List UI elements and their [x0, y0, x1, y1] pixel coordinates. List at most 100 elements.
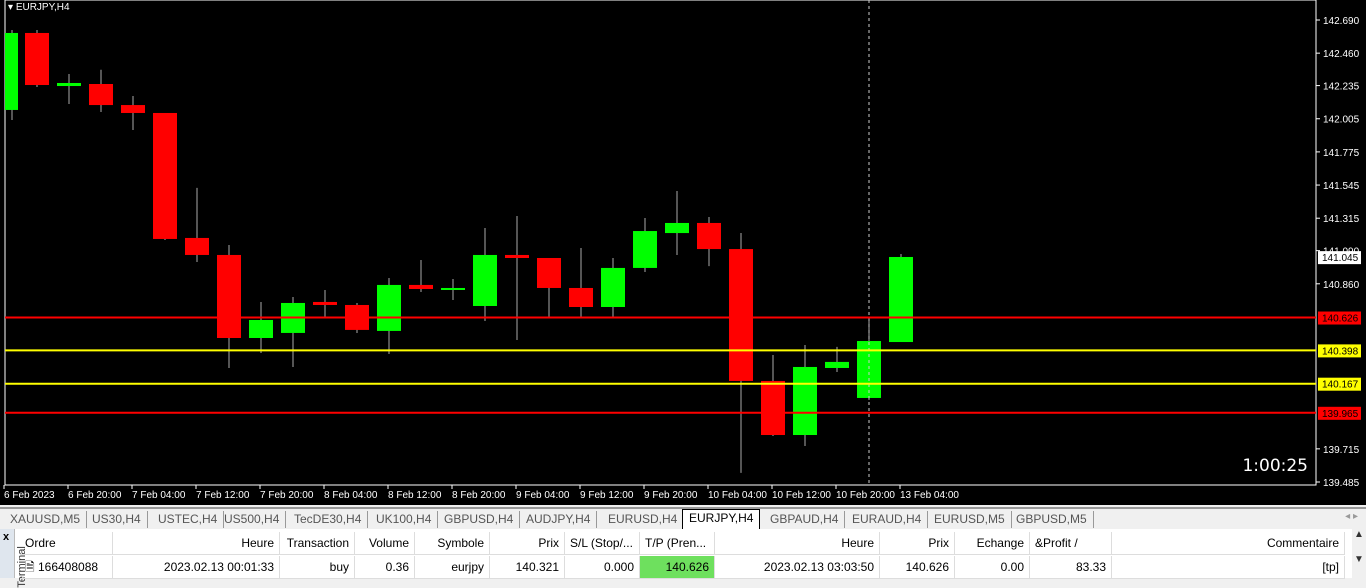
bull-candle — [889, 256, 913, 343]
cell-5: 140.321 — [490, 556, 565, 579]
header-9[interactable]: Prix — [880, 532, 955, 555]
bear-candle — [729, 249, 753, 381]
bull-candle — [441, 287, 465, 290]
tab-us500-h4[interactable]: US500,H4 — [218, 511, 287, 528]
header-2[interactable]: Transaction — [280, 532, 355, 555]
bear-candle — [505, 254, 529, 258]
level-label: 140.626 — [1322, 314, 1359, 325]
bear-candle — [217, 254, 241, 338]
price-chart[interactable]: 142.690 142.460 142.235 142.005 141.775 141.5… — [0, 0, 1366, 505]
tab-uk100-h4[interactable]: UK100,H4 — [370, 511, 439, 528]
time-label: 9 Feb 04:00 — [516, 490, 570, 501]
cell-10: 0.00 — [955, 556, 1030, 579]
bear-candle — [761, 380, 785, 436]
cell-0: 🗎 166408088 — [20, 556, 113, 579]
cell-2: buy — [280, 556, 355, 579]
price-tick-label: 140.860 — [1323, 280, 1360, 291]
scroll-down-icon[interactable]: ▼ — [1352, 554, 1366, 565]
cell-11: 83.33 — [1030, 556, 1112, 579]
price-tick-label: 142.690 — [1323, 16, 1360, 27]
tab-eurusd-h4[interactable]: EURUSD,H4 — [602, 511, 685, 528]
cell-9: 140.626 — [880, 556, 955, 579]
cell-6: 0.000 — [565, 556, 640, 579]
scroll-up-icon[interactable]: ▲ — [1352, 529, 1366, 540]
time-label: 7 Feb 12:00 — [196, 490, 250, 501]
price-tick-label: 141.775 — [1323, 148, 1360, 159]
bear-candle — [121, 105, 145, 113]
header-11[interactable]: &Profit / — [1030, 532, 1112, 555]
bull-candle — [633, 231, 657, 268]
bear-candle — [697, 222, 721, 250]
bear-candle — [89, 84, 113, 106]
time-label: 9 Feb 12:00 — [580, 490, 634, 501]
tab-us30-h4[interactable]: US30,H4 — [86, 511, 148, 528]
tab-eurjpy-h4[interactable]: EURJPY,H4 — [682, 509, 761, 529]
price-tick-label: 141.315 — [1323, 214, 1360, 225]
bull-candle — [377, 284, 401, 331]
tab-ustec-h4[interactable]: USTEC,H4 — [152, 511, 225, 528]
tab-tecde30-h4[interactable]: TecDE30,H4 — [288, 511, 369, 528]
header-12[interactable]: Commentaire — [1112, 532, 1345, 555]
time-label: 6 Feb 2023 — [4, 490, 55, 501]
time-label: 8 Feb 12:00 — [388, 490, 442, 501]
time-label: 10 Feb 04:00 — [708, 490, 767, 501]
level-label: 140.167 — [1322, 380, 1359, 391]
tab-gbpusd-h4[interactable]: GBPUSD,H4 — [438, 511, 521, 528]
tab-audjpy-h4[interactable]: AUDJPY,H4 — [520, 511, 598, 528]
header-8[interactable]: Heure — [715, 532, 880, 555]
bear-candle — [537, 257, 561, 288]
tab-scroll-arrows[interactable]: ◂ ▸ — [1345, 511, 1358, 522]
header-7[interactable]: T/P (Pren... — [640, 532, 715, 555]
terminal-sidebar: x Terminal — [0, 529, 28, 588]
tab-gbpaud-h4[interactable]: GBPAUD,H4 — [764, 511, 846, 528]
level-label: 139.965 — [1322, 409, 1359, 420]
cell-4: eurjpy — [415, 556, 490, 579]
bar-timer: 1:00:25 — [1242, 456, 1308, 476]
tab-xauusd-m5[interactable]: XAUUSD,M5 — [4, 511, 88, 528]
time-label: 9 Feb 20:00 — [644, 490, 698, 501]
time-label: 6 Feb 20:00 — [68, 490, 122, 501]
bear-candle — [569, 287, 593, 308]
time-label: 10 Feb 20:00 — [836, 490, 895, 501]
bear-candle — [409, 284, 433, 289]
close-icon[interactable]: x — [3, 531, 9, 543]
cell-12: [tp] — [1112, 556, 1345, 579]
cell-1: 2023.02.13 00:01:33 — [113, 556, 280, 579]
bull-candle — [57, 82, 81, 87]
bear-candle — [185, 237, 209, 255]
tab-gbpusd-m5[interactable]: GBPUSD,M5 — [1010, 511, 1094, 528]
bull-candle — [825, 361, 849, 368]
header-4[interactable]: Symbole — [415, 532, 490, 555]
time-label: 8 Feb 20:00 — [452, 490, 506, 501]
header-3[interactable]: Volume — [355, 532, 415, 555]
bull-candle — [249, 319, 273, 338]
bull-candle — [665, 222, 689, 234]
header-0[interactable]: Ordre — [20, 532, 113, 555]
header-6[interactable]: S/L (Stop/... — [565, 532, 640, 555]
level-label: 140.398 — [1322, 346, 1359, 357]
time-label: 13 Feb 04:00 — [900, 490, 959, 501]
tab-euraud-h4[interactable]: EURAUD,H4 — [846, 511, 929, 528]
chart-title: ▾ EURJPY,H4 — [8, 2, 70, 13]
tab-eurusd-m5[interactable]: EURUSD,M5 — [928, 511, 1012, 528]
header-10[interactable]: Echange — [955, 532, 1030, 555]
bull-candle — [473, 254, 497, 306]
bull-candle — [5, 32, 18, 110]
chart-canvas: 142.690 142.460 142.235 142.005 141.775 141.5… — [3, 0, 1361, 501]
price-tick-label: 139.485 — [1323, 478, 1360, 489]
time-label: 10 Feb 12:00 — [772, 490, 831, 501]
bear-candle — [313, 301, 337, 305]
price-tick-label: 142.460 — [1323, 49, 1360, 60]
chart-tabs: XAUUSD,M5 US30,H4 USTEC,H4 US500,H4 TecDE30,… — [0, 507, 1366, 529]
price-tick-label: 141.545 — [1323, 181, 1360, 192]
time-label: 7 Feb 20:00 — [260, 490, 314, 501]
bear-candle — [25, 32, 49, 86]
table-row[interactable]: 🗎 166408088 2023.02.13 00:01:33 buy 0.36 eur… — [15, 556, 1355, 580]
scrollbar[interactable]: ▲ ▼ — [1352, 529, 1366, 578]
cell-8: 2023.02.13 03:03:50 — [715, 556, 880, 579]
header-1[interactable]: Heure — [113, 532, 280, 555]
header-5[interactable]: Prix — [490, 532, 565, 555]
price-tick-label: 142.235 — [1323, 82, 1360, 93]
cell-7: 140.626 — [640, 556, 715, 579]
current-price-label: 141.045 — [1322, 253, 1359, 264]
